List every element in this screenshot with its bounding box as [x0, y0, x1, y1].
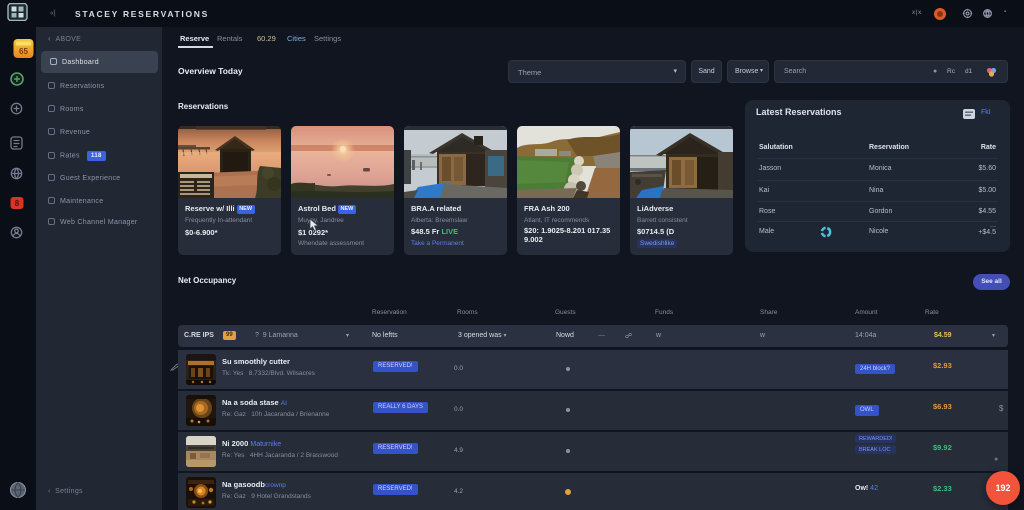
svg-text:8: 8 — [15, 199, 20, 208]
svg-text:65: 65 — [19, 47, 28, 56]
